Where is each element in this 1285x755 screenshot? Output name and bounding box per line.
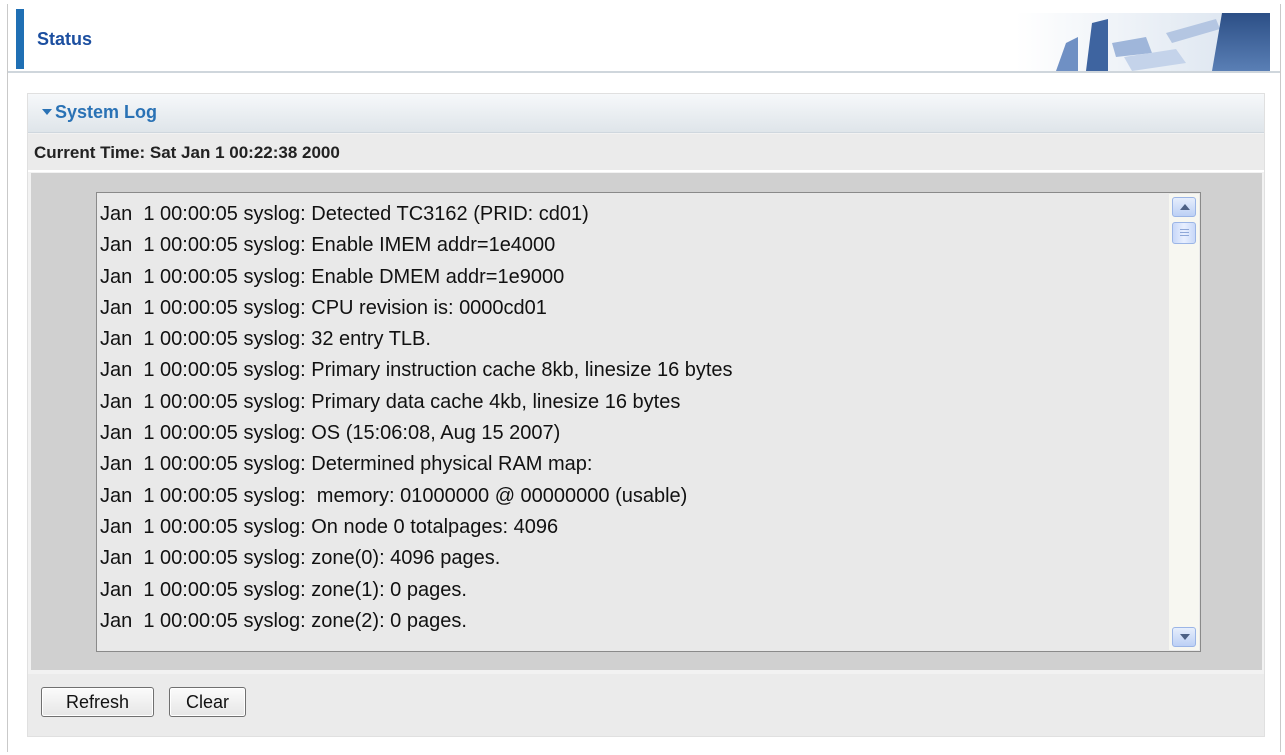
system-log-header[interactable]: System Log — [28, 94, 1264, 133]
scrollbar-grip-line — [1180, 235, 1189, 236]
log-line: Jan 1 00:00:05 syslog: zone(1): 0 pages. — [100, 578, 467, 601]
current-time-row: Current Time: Sat Jan 1 00:22:38 2000 — [28, 134, 1264, 172]
system-log-textarea[interactable]: Jan 1 00:00:05 syslog: Detected TC3162 (… — [96, 192, 1201, 652]
log-line: Jan 1 00:00:05 syslog: 32 entry TLB. — [100, 328, 431, 351]
chevron-up-icon — [1180, 204, 1190, 210]
clear-button[interactable]: Clear — [169, 687, 246, 717]
action-button-row: Refresh Clear — [28, 674, 1264, 736]
log-line: Jan 1 00:00:05 syslog: Determined physic… — [100, 453, 593, 476]
chevron-down-icon — [1180, 634, 1190, 640]
log-lines: Jan 1 00:00:05 syslog: Detected TC3162 (… — [100, 199, 1160, 637]
scrollbar-grip-line — [1180, 232, 1189, 233]
log-line: Jan 1 00:00:05 syslog: Enable DMEM addr=… — [100, 265, 565, 288]
log-scrollbar[interactable] — [1169, 194, 1199, 650]
log-line: Jan 1 00:00:05 syslog: zone(2): 0 pages. — [100, 609, 467, 632]
page-header: Status — [8, 5, 1280, 73]
current-time-label: Current Time: Sat Jan 1 00:22:38 2000 — [34, 143, 340, 162]
system-log-title-wrap: System Log — [42, 102, 157, 123]
log-line: Jan 1 00:00:05 syslog: On node 0 totalpa… — [100, 515, 559, 538]
log-line: Jan 1 00:00:05 syslog: Primary data cach… — [100, 390, 681, 413]
scrollbar-grip-line — [1180, 229, 1189, 230]
log-line: Jan 1 00:00:05 syslog: Primary instructi… — [100, 359, 733, 382]
page-title: Status — [37, 29, 93, 49]
log-line: Jan 1 00:00:05 syslog: Detected TC3162 (… — [100, 203, 589, 225]
log-line: Jan 1 00:00:05 syslog: zone(0): 4096 pag… — [100, 547, 501, 570]
scrollbar-thumb[interactable] — [1172, 222, 1196, 244]
log-line: Jan 1 00:00:05 syslog: CPU revision is: … — [100, 296, 547, 319]
scroll-up-button[interactable] — [1172, 197, 1196, 217]
system-log-panel: System Log Current Time: Sat Jan 1 00:22… — [27, 93, 1265, 737]
refresh-button[interactable]: Refresh — [41, 687, 154, 717]
log-line: Jan 1 00:00:05 syslog: OS (15:06:08, Aug… — [100, 422, 561, 445]
header-banner-graphic — [1016, 13, 1270, 71]
system-log-title: System Log — [55, 102, 158, 122]
log-area-row: Jan 1 00:00:05 syslog: Detected TC3162 (… — [31, 173, 1262, 670]
caret-down-icon[interactable] — [42, 109, 52, 115]
log-line: Jan 1 00:00:05 syslog: Enable IMEM addr=… — [100, 234, 556, 257]
header-accent-bar — [16, 9, 24, 69]
scroll-down-button[interactable] — [1172, 627, 1196, 647]
log-line: Jan 1 00:00:05 syslog: memory: 01000000 … — [100, 484, 688, 507]
